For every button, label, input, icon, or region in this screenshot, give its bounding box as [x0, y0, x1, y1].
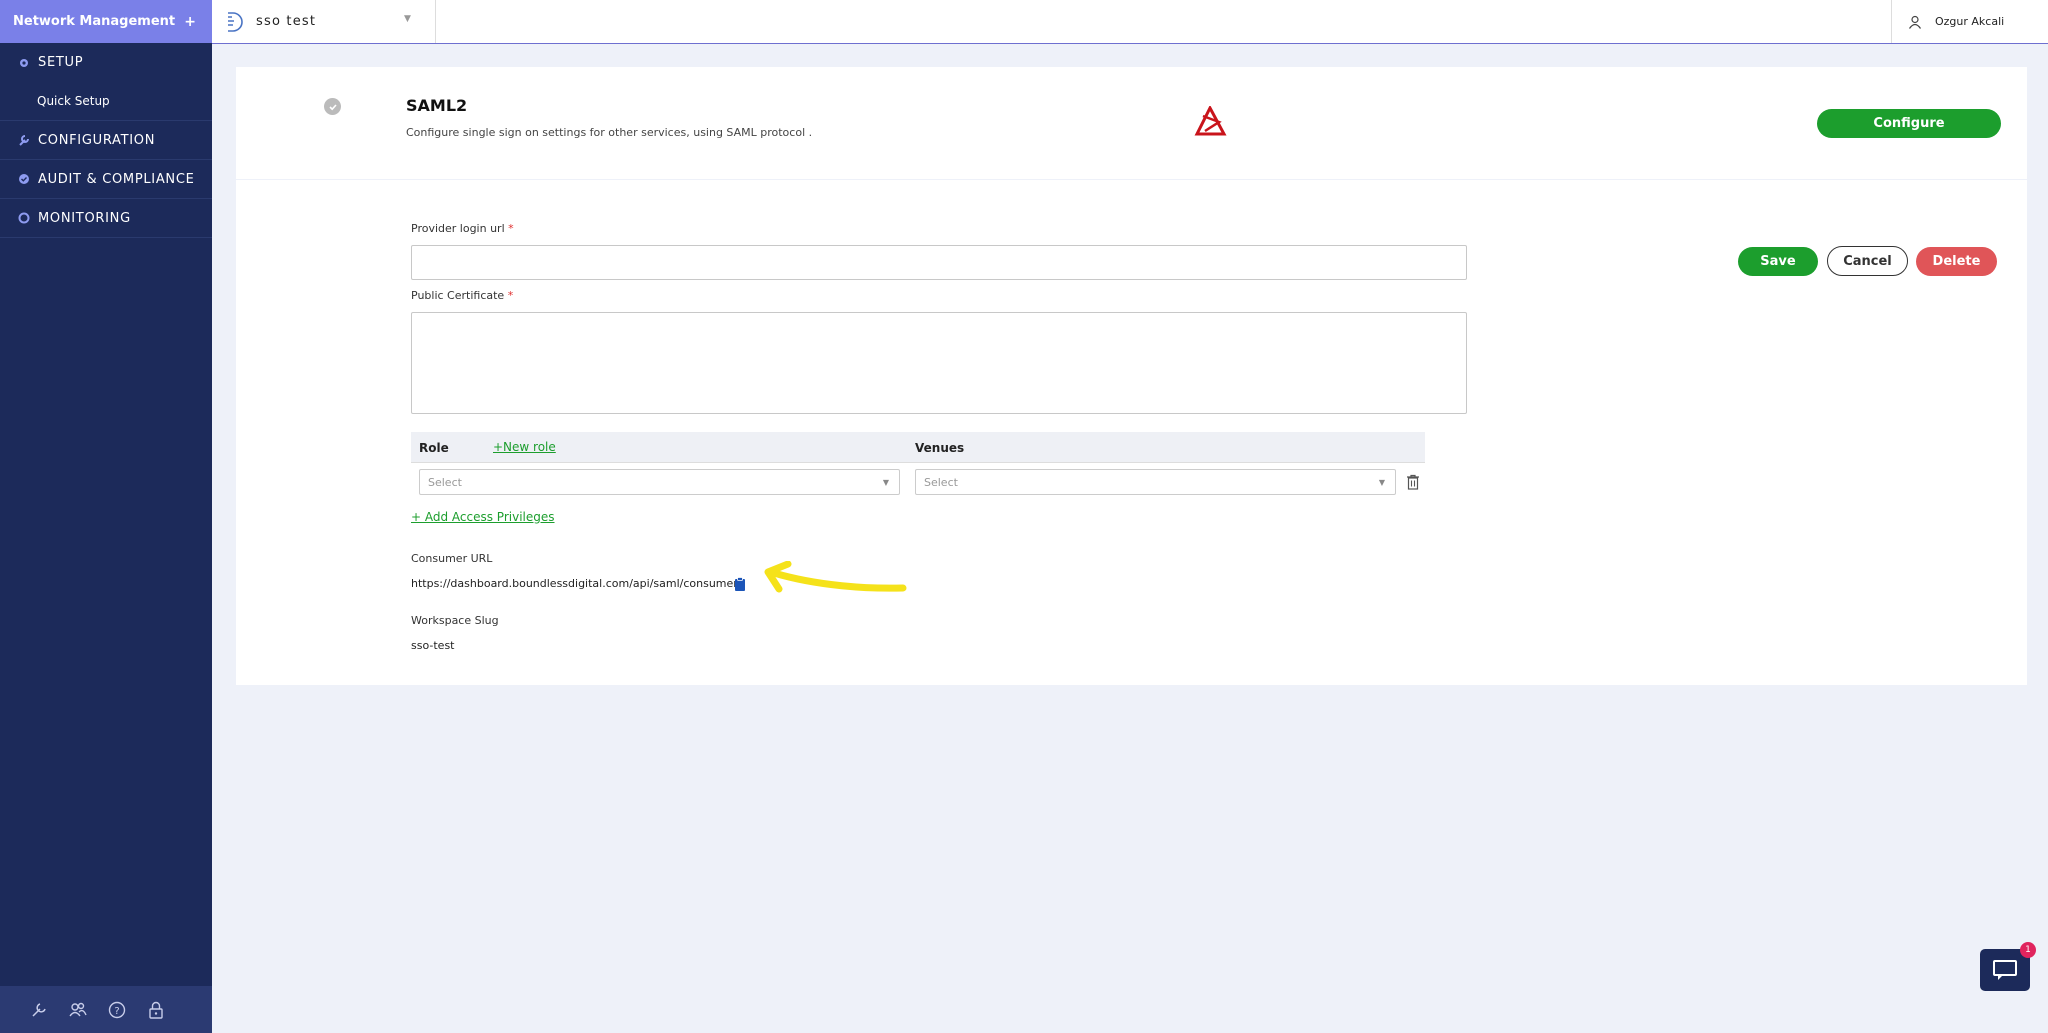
user-icon	[1909, 15, 1921, 29]
venues-column-header: Venues	[915, 441, 965, 455]
page-description: Configure single sign on settings for ot…	[406, 126, 813, 139]
page-title: SAML2	[406, 96, 468, 115]
label-text: Provider login url	[411, 222, 505, 235]
monitor-icon	[17, 212, 30, 225]
user-menu[interactable]: Ozgur Akcali	[1891, 0, 2048, 43]
wrench-icon[interactable]	[30, 1001, 48, 1019]
workspace-slug-label: Workspace Slug	[411, 614, 499, 627]
shield-check-icon	[17, 173, 30, 186]
chevron-down-icon: ▼	[404, 14, 411, 24]
add-access-privileges-link[interactable]: + Add Access Privileges	[411, 510, 555, 524]
sidebar-item-quick-setup[interactable]: Quick Setup	[0, 82, 212, 121]
lock-icon[interactable]	[147, 1001, 165, 1019]
wrench-icon	[17, 134, 30, 147]
sidebar-item-label: MONITORING	[38, 210, 131, 226]
sidebar-item-configuration[interactable]: CONFIGURATION	[0, 121, 212, 160]
sidebar-footer: ?	[0, 986, 212, 1033]
chevron-down-icon: ▼	[1378, 478, 1385, 487]
role-select-placeholder: Select	[428, 475, 462, 489]
venues-select[interactable]: Select ▼	[915, 469, 1396, 495]
chat-widget-button[interactable]: 1	[1980, 942, 2036, 991]
sidebar-header[interactable]: Network Management +	[0, 0, 212, 43]
provider-login-url-label: Provider login url *	[411, 222, 514, 235]
top-bar: sso test ▼ Ozgur Akcali	[212, 0, 2048, 44]
check-icon	[324, 98, 341, 115]
access-privileges-header: Role +New role Venues	[411, 432, 1425, 463]
saml-settings-form: Provider login url * Public Certificate …	[236, 180, 2027, 685]
workspace-selector[interactable]: sso test ▼	[226, 0, 436, 43]
save-button[interactable]: Save	[1738, 247, 1818, 276]
sidebar-item-monitoring[interactable]: MONITORING	[0, 199, 212, 238]
gear-icon	[17, 56, 30, 69]
trash-icon[interactable]	[1406, 474, 1420, 490]
add-button[interactable]: +	[184, 14, 196, 30]
public-certificate-textarea[interactable]	[411, 312, 1467, 414]
sidebar: Network Management + SETUP Quick Setup C…	[0, 0, 212, 1033]
configure-button[interactable]: Configure	[1817, 109, 2001, 138]
public-certificate-label: Public Certificate *	[411, 289, 513, 302]
sidebar-item-audit-compliance[interactable]: AUDIT & COMPLIANCE	[0, 160, 212, 199]
cancel-button[interactable]: Cancel	[1827, 246, 1908, 276]
workspace-logo-icon	[228, 11, 243, 32]
svg-text:?: ?	[114, 1006, 119, 1017]
chat-icon	[1993, 960, 2017, 980]
new-role-link[interactable]: +New role	[493, 440, 556, 454]
label-text: Public Certificate	[411, 289, 505, 302]
role-select[interactable]: Select ▼	[419, 469, 900, 495]
help-icon[interactable]: ?	[108, 1001, 126, 1019]
annotation-arrow	[764, 561, 907, 593]
workspace-slug-value: sso-test	[411, 639, 455, 652]
users-icon[interactable]	[69, 1001, 87, 1019]
sidebar-item-label: AUDIT & COMPLIANCE	[38, 171, 195, 187]
notification-badge: 1	[2020, 942, 2036, 958]
sidebar-item-label: CONFIGURATION	[38, 132, 156, 148]
required-mark: *	[507, 289, 514, 302]
clipboard-icon[interactable]	[734, 577, 746, 591]
chevron-down-icon: ▼	[882, 478, 889, 487]
delete-button[interactable]: Delete	[1916, 247, 1997, 276]
user-name: Ozgur Akcali	[1935, 15, 2005, 28]
sidebar-item-label: SETUP	[38, 55, 84, 70]
venues-select-placeholder: Select	[924, 475, 958, 489]
required-mark: *	[508, 222, 514, 235]
workspace-name: sso test	[256, 14, 317, 29]
brand-logo-icon	[1194, 106, 1227, 136]
saml-header-card: SAML2 Configure single sign on settings …	[236, 67, 2027, 179]
sidebar-item-setup[interactable]: SETUP	[0, 43, 212, 82]
role-column-header: Role	[419, 441, 449, 455]
consumer-url-label: Consumer URL	[411, 552, 493, 565]
app-title: Network Management	[13, 14, 176, 29]
consumer-url-value: https://dashboard.boundlessdigital.com/a…	[411, 577, 742, 590]
provider-login-url-input[interactable]	[411, 245, 1467, 280]
